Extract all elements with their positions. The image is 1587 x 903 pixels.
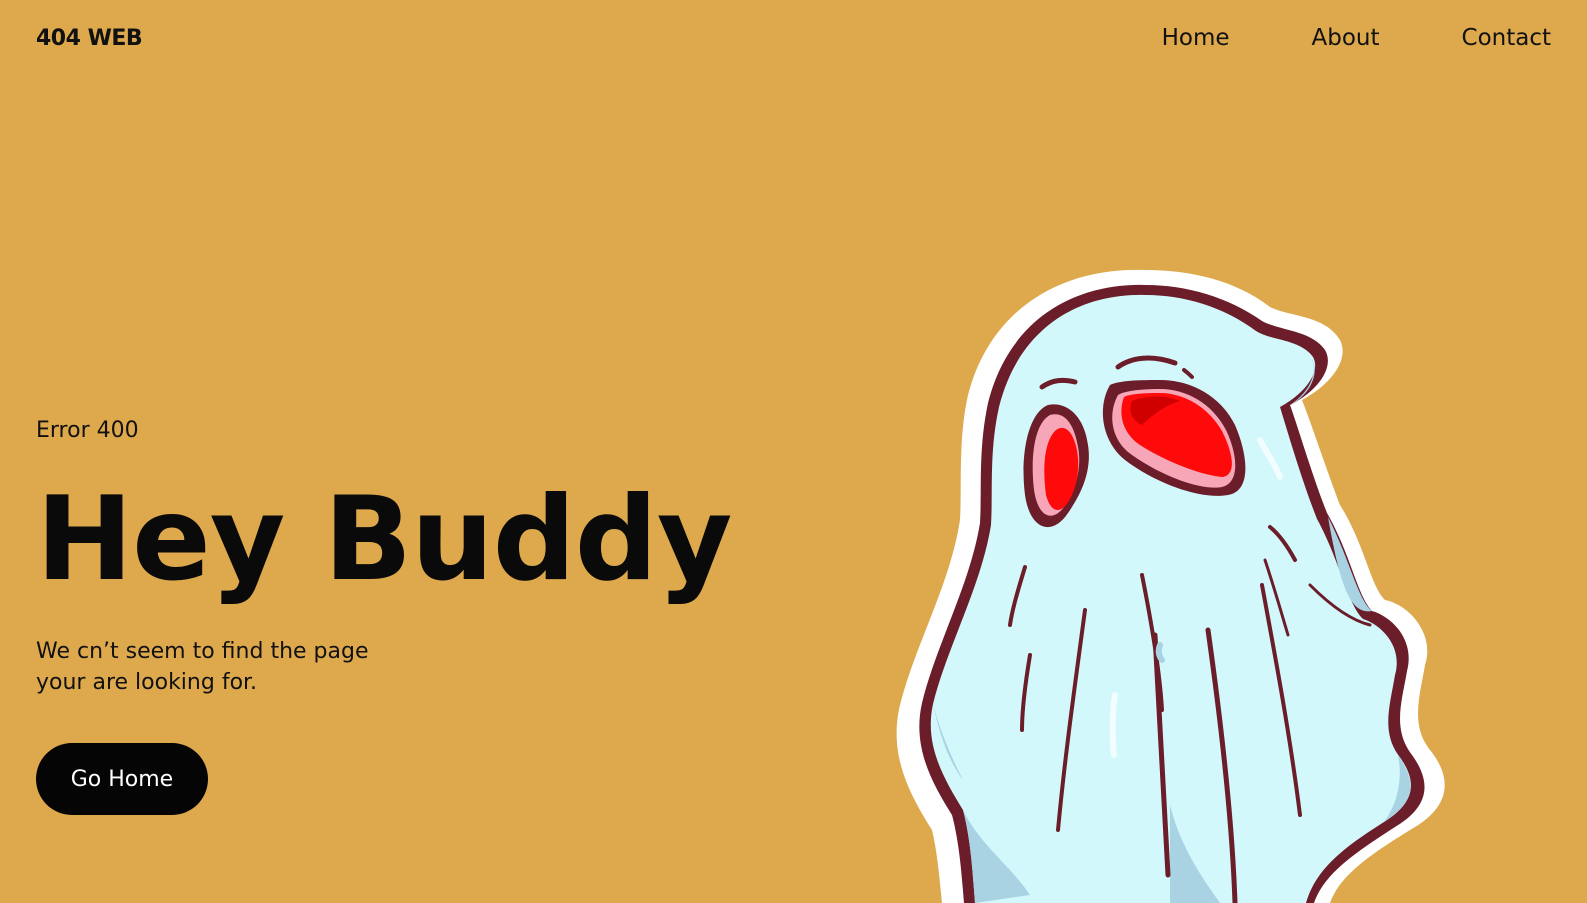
error-code-block: Error 400 — [36, 418, 139, 443]
nav-link-about[interactable]: About — [1312, 25, 1380, 51]
site-header: 404 WEB Home About Contact — [0, 0, 1587, 80]
nav-link-home[interactable]: Home — [1162, 25, 1230, 51]
page-headline: Hey Buddy — [36, 472, 732, 607]
go-home-button[interactable]: Go Home — [36, 743, 208, 815]
description-line-1: We cn’t seem to find the page — [36, 639, 369, 664]
error-description: We cn’t seem to find the page your are l… — [36, 636, 416, 698]
nav-link-contact[interactable]: Contact — [1462, 25, 1551, 51]
main-nav: Home About Contact — [1162, 25, 1551, 51]
error-code: Error 400 — [36, 418, 139, 443]
site-logo[interactable]: 404 WEB — [36, 26, 143, 51]
ghost-illustration — [896, 269, 1445, 903]
description-line-2: your are looking for. — [36, 670, 258, 695]
